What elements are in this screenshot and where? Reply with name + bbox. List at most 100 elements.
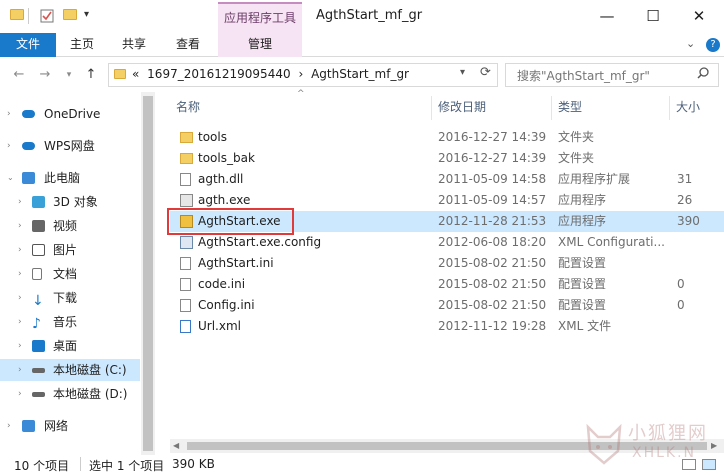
nav-item-pictures[interactable]: › 图片 bbox=[0, 239, 140, 261]
minimize-button[interactable]: — bbox=[584, 0, 630, 33]
back-arrow-icon[interactable]: ← bbox=[10, 66, 28, 84]
folder-icon bbox=[10, 9, 24, 23]
recent-locations-icon[interactable]: ▾ bbox=[60, 66, 78, 84]
expand-arrow-icon[interactable]: › bbox=[18, 335, 22, 357]
music-icon: ♪ bbox=[32, 316, 41, 332]
file-row[interactable]: agth.dll 2011-05-09 14:58 应用程序扩展 31 bbox=[170, 169, 724, 190]
column-header-size[interactable]: 大小 bbox=[670, 96, 724, 120]
ini-icon bbox=[180, 257, 191, 270]
close-button[interactable]: ✕ bbox=[676, 0, 722, 33]
tab-file[interactable]: 文件 bbox=[0, 33, 56, 57]
network-icon bbox=[22, 420, 35, 432]
dll-icon bbox=[180, 173, 191, 186]
file-row[interactable]: AgthStart.ini 2015-08-02 21:50 配置设置 bbox=[170, 253, 724, 274]
desktop-icon bbox=[32, 340, 45, 352]
drive-icon bbox=[32, 368, 45, 373]
nav-item-music[interactable]: › ♪ 音乐 bbox=[0, 311, 140, 333]
collapse-arrow-icon[interactable]: ⌄ bbox=[7, 167, 14, 189]
expand-arrow-icon[interactable]: › bbox=[7, 103, 11, 125]
watermark: 小狐狸网 XHLK.N bbox=[582, 415, 720, 471]
tab-home[interactable]: 主页 bbox=[58, 33, 106, 57]
nav-item-drive-c[interactable]: › 本地磁盘 (C:) bbox=[0, 359, 140, 381]
ribbon-tab-row bbox=[0, 33, 724, 57]
download-icon: ↓ bbox=[32, 293, 44, 309]
address-folder-icon bbox=[114, 69, 126, 79]
window-title: AgthStart_mf_gr bbox=[316, 8, 423, 23]
breadcrumb-item[interactable]: AgthStart_mf_gr bbox=[311, 67, 409, 81]
quick-access-dropdown-icon[interactable]: ▾ bbox=[84, 9, 89, 20]
file-row[interactable]: tools_bak 2016-12-27 14:39 文件夹 bbox=[170, 148, 724, 169]
nav-item-documents[interactable]: › 文档 bbox=[0, 263, 140, 285]
cloud-icon bbox=[22, 142, 35, 150]
column-header-name[interactable]: 名称 bbox=[170, 96, 432, 120]
file-row[interactable]: tools 2016-12-27 14:39 文件夹 bbox=[170, 127, 724, 148]
status-item-count: 10 个项目 bbox=[14, 459, 70, 473]
nav-item-desktop[interactable]: › 桌面 bbox=[0, 335, 140, 357]
selection-highlight-box bbox=[167, 208, 294, 235]
refresh-icon[interactable]: ⟳ bbox=[480, 65, 491, 80]
computer-icon bbox=[22, 172, 35, 184]
column-header-date[interactable]: 修改日期 bbox=[432, 96, 552, 120]
file-row[interactable]: Url.xml 2012-11-12 19:28 XML 文件 bbox=[170, 316, 724, 337]
tab-manage[interactable]: 管理 bbox=[218, 33, 302, 57]
expand-arrow-icon[interactable]: › bbox=[18, 191, 22, 213]
divider bbox=[28, 8, 29, 24]
folder-icon bbox=[180, 132, 193, 143]
video-icon bbox=[32, 220, 45, 232]
tab-share[interactable]: 共享 bbox=[110, 33, 158, 57]
nav-item-videos[interactable]: › 视频 bbox=[0, 215, 140, 237]
maximize-button[interactable]: ☐ bbox=[630, 0, 676, 33]
navigation-pane: › OneDrive › WPS网盘 ⌄ 此电脑 › 3D 对象 › 视频 › … bbox=[0, 92, 155, 455]
up-arrow-icon[interactable]: ↑ bbox=[82, 66, 100, 84]
picture-icon bbox=[32, 244, 45, 256]
expand-arrow-icon[interactable]: › bbox=[7, 415, 11, 437]
ribbon-expand-icon[interactable]: ⌄ bbox=[686, 37, 695, 50]
status-selected: 选中 1 个项目 bbox=[89, 459, 165, 473]
search-icon[interactable] bbox=[697, 67, 709, 82]
search-placeholder: 搜索"AgthStart_mf_gr" bbox=[517, 69, 650, 83]
breadcrumb-separator: › bbox=[298, 67, 304, 81]
divider bbox=[80, 457, 81, 471]
breadcrumb-overflow[interactable]: « bbox=[132, 67, 139, 81]
exe-icon bbox=[180, 194, 193, 207]
drive-icon bbox=[32, 392, 45, 397]
expand-arrow-icon[interactable]: › bbox=[18, 287, 22, 309]
nav-item-3d-objects[interactable]: › 3D 对象 bbox=[0, 191, 140, 213]
document-icon bbox=[32, 268, 42, 280]
cloud-icon bbox=[22, 110, 35, 118]
status-size: 390 KB bbox=[172, 457, 215, 471]
expand-arrow-icon[interactable]: › bbox=[18, 263, 22, 285]
expand-arrow-icon[interactable]: › bbox=[18, 239, 22, 261]
ini-icon bbox=[180, 278, 191, 291]
breadcrumb: « 1697_20161219095440 › AgthStart_mf_gr bbox=[132, 67, 413, 81]
nav-item-this-pc[interactable]: ⌄ 此电脑 bbox=[0, 167, 140, 189]
nav-item-wps[interactable]: › WPS网盘 bbox=[0, 135, 140, 157]
column-header-type[interactable]: 类型 bbox=[552, 96, 670, 120]
new-folder-icon[interactable] bbox=[63, 9, 77, 23]
file-row[interactable]: Config.ini 2015-08-02 21:50 配置设置 0 bbox=[170, 295, 724, 316]
expand-arrow-icon[interactable]: › bbox=[18, 383, 22, 405]
nav-item-onedrive[interactable]: › OneDrive bbox=[0, 103, 140, 125]
fox-logo-icon bbox=[586, 423, 622, 465]
scroll-left-icon[interactable]: ◀ bbox=[173, 441, 179, 450]
nav-item-downloads[interactable]: › ↓ 下载 bbox=[0, 287, 140, 309]
forward-arrow-icon[interactable]: → bbox=[36, 66, 54, 84]
properties-icon[interactable] bbox=[40, 9, 54, 23]
address-history-icon[interactable]: ▾ bbox=[460, 67, 465, 78]
expand-arrow-icon[interactable]: › bbox=[18, 215, 22, 237]
tab-view[interactable]: 查看 bbox=[162, 33, 214, 57]
xml-icon bbox=[180, 320, 191, 333]
file-row[interactable]: code.ini 2015-08-02 21:50 配置设置 0 bbox=[170, 274, 724, 295]
expand-arrow-icon[interactable]: › bbox=[18, 311, 22, 333]
file-row[interactable]: AgthStart.exe.config 2012-06-08 18:20 XM… bbox=[170, 232, 724, 253]
expand-arrow-icon[interactable]: › bbox=[18, 359, 22, 381]
ini-icon bbox=[180, 299, 191, 312]
nav-item-network[interactable]: › 网络 bbox=[0, 415, 140, 437]
nav-item-drive-d[interactable]: › 本地磁盘 (D:) bbox=[0, 383, 140, 405]
breadcrumb-item[interactable]: 1697_20161219095440 bbox=[147, 67, 290, 81]
cube-icon bbox=[32, 196, 45, 208]
folder-icon bbox=[180, 153, 193, 164]
help-icon[interactable]: ? bbox=[706, 38, 720, 52]
expand-arrow-icon[interactable]: › bbox=[7, 135, 11, 157]
nav-scrollbar-thumb[interactable] bbox=[143, 96, 153, 451]
